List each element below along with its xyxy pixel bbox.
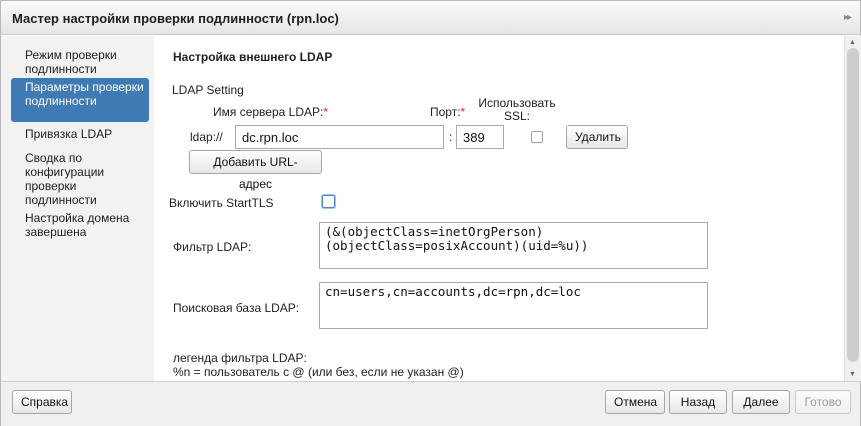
- port-input[interactable]: [456, 125, 504, 149]
- step-label: Параметры проверки подлинности: [25, 80, 144, 108]
- step-label: Настройка домена завершена: [25, 211, 130, 239]
- step-label: Сводка по конфигурации проверки подлинно…: [25, 151, 105, 207]
- filter-label: Фильтр LDAP:: [173, 240, 252, 254]
- port-label: Порт:*: [430, 105, 466, 119]
- next-button[interactable]: Далее: [732, 390, 790, 414]
- search-base-textarea[interactable]: [319, 282, 708, 329]
- required-mark: *: [460, 105, 466, 119]
- ldap-server-input[interactable]: [235, 125, 444, 149]
- scroll-up-icon[interactable]: ▲: [849, 39, 856, 46]
- starttls-label: Включить StartTLS: [169, 196, 274, 210]
- legend-title: легенда фильтра LDAP:: [173, 351, 307, 365]
- back-button[interactable]: Назад: [669, 390, 727, 414]
- use-ssl-checkbox[interactable]: [531, 131, 543, 143]
- step-ldap-binding[interactable]: Привязка LDAP: [11, 125, 149, 143]
- use-ssl-label: Использовать SSL:: [478, 96, 556, 123]
- content-scrollbar[interactable]: ▲ ▼: [844, 36, 861, 381]
- step-label: Режим проверки подлинности: [25, 48, 117, 76]
- server-name-label: Имя сервера LDAP:*: [213, 105, 329, 119]
- ldap-filter-textarea[interactable]: [319, 222, 708, 269]
- scroll-thumb[interactable]: [847, 48, 859, 362]
- collapse-icon[interactable]: ▸▸: [844, 12, 852, 23]
- starttls-checkbox[interactable]: [322, 195, 335, 208]
- scroll-down-icon[interactable]: ▼: [849, 371, 856, 378]
- ldap-setting-label: LDAP Setting: [172, 83, 244, 97]
- auth-wizard-dialog: Мастер настройки проверки подлинности (r…: [0, 0, 861, 426]
- dialog-title: Мастер настройки проверки подлинности (r…: [12, 11, 339, 26]
- wizard-steps-sidebar: Режим проверки подлинности Параметры про…: [1, 36, 154, 381]
- filter-legend: легенда фильтра LDAP: %n = пользователь …: [173, 351, 464, 379]
- help-button[interactable]: Справка: [12, 390, 72, 414]
- wizard-content: Настройка внешнего LDAP LDAP Setting Имя…: [154, 36, 844, 381]
- step-auth-params[interactable]: Параметры проверки подлинности: [11, 78, 149, 122]
- finish-button[interactable]: Готово: [795, 390, 851, 414]
- cancel-button[interactable]: Отмена: [605, 390, 665, 414]
- dialog-titlebar: Мастер настройки проверки подлинности (r…: [1, 1, 860, 35]
- section-title: Настройка внешнего LDAP: [173, 50, 333, 64]
- step-domain-complete[interactable]: Настройка домена завершена: [11, 209, 149, 241]
- dialog-footer: Справка Отмена Назад Далее Готово: [1, 381, 860, 426]
- add-url-button[interactable]: Добавить URL-адрес: [189, 150, 322, 191]
- step-config-summary[interactable]: Сводка по конфигурации проверки подлинно…: [11, 149, 149, 209]
- search-base-label: Поисковая база LDAP:: [173, 301, 300, 315]
- url-prefix: ldap://: [190, 130, 223, 144]
- port-separator: :: [449, 130, 453, 144]
- legend-line: %n = пользователь с @ (или без, если не …: [173, 365, 464, 379]
- step-label: Привязка LDAP: [25, 127, 113, 141]
- required-mark: *: [323, 105, 329, 119]
- delete-url-button[interactable]: Удалить: [566, 125, 628, 149]
- step-auth-mode[interactable]: Режим проверки подлинности: [11, 46, 149, 78]
